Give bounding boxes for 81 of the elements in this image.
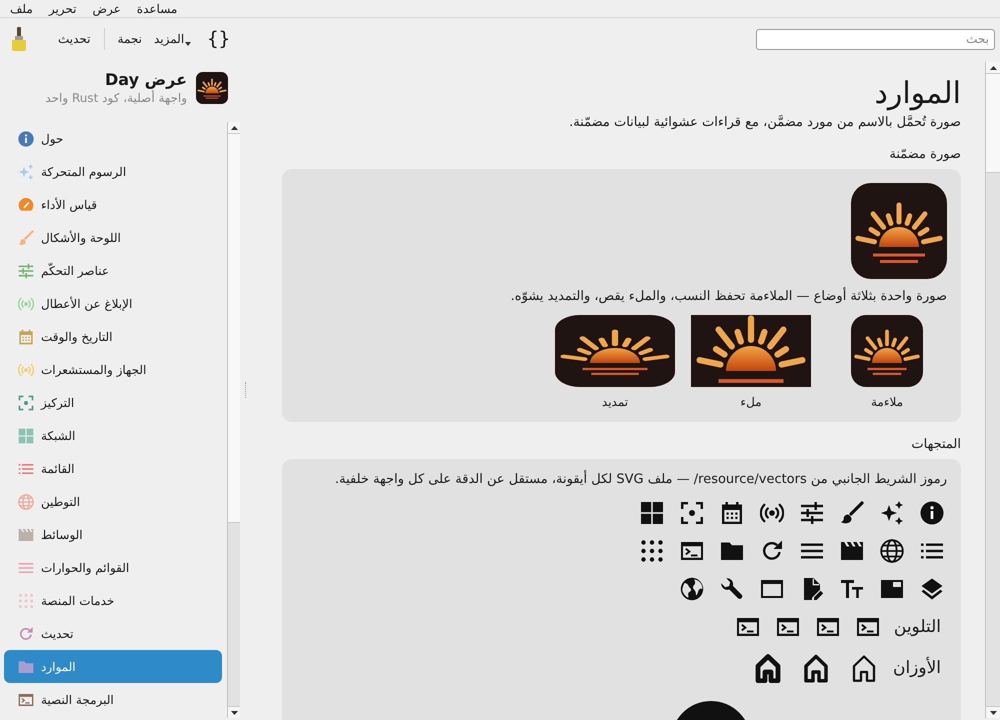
code-button[interactable]: {} [203, 28, 234, 50]
mode-label: ملء [740, 394, 762, 411]
terminal-icon [776, 615, 800, 639]
menu-item[interactable]: عرض [84, 0, 129, 16]
menu-item[interactable]: تحرير [40, 0, 84, 16]
terminal-icon [856, 615, 880, 639]
sunset-image [851, 315, 923, 387]
row-label: الأوزان [892, 656, 941, 680]
scrollbar-thumb[interactable] [228, 134, 240, 523]
scroll-down-button[interactable] [986, 706, 1000, 718]
window-icon [760, 577, 784, 601]
home-icon [752, 653, 783, 683]
sidebar-item[interactable]: البرمجة النصية [4, 683, 222, 716]
panel-icon [880, 577, 904, 601]
terminal-icon [816, 615, 840, 639]
brush-icon [840, 501, 864, 525]
sidebar-item[interactable]: تحديث [4, 617, 222, 650]
earth-icon [680, 577, 704, 601]
sidebar-item[interactable]: حول [4, 122, 222, 155]
scroll-down-button[interactable] [228, 706, 240, 718]
sidebar-item[interactable]: التوطين [4, 485, 222, 518]
caret-down-icon [230, 710, 238, 714]
scroll-up-button[interactable] [228, 122, 240, 134]
toolbar-button[interactable]: نجمة [112, 29, 148, 49]
mode-label: ملاءمة [870, 394, 904, 411]
calendar-icon [720, 501, 744, 525]
app-subtitle: واجهة أصلية، كود Rust واحد [45, 90, 187, 106]
sidebar-item[interactable]: اللوحة والأشكال [4, 221, 222, 254]
menu-item[interactable]: مساعدة [128, 0, 186, 16]
sidebar-item[interactable]: التاريخ والوقت [4, 320, 222, 353]
sidebar-item[interactable]: الإبلاغ عن الأعطال [4, 287, 222, 320]
sidebar-item[interactable]: الرسوم المتحركة [4, 155, 222, 188]
clapperboard-icon [840, 539, 864, 563]
app-logo [196, 72, 228, 104]
splitter-handle[interactable] [244, 382, 246, 398]
menu-item[interactable]: ملف [2, 0, 41, 16]
sidebar-item[interactable]: قياس الأداء [4, 188, 222, 221]
sidebar-item[interactable]: القوائم والحوارات [4, 551, 222, 584]
signal-icon [760, 501, 784, 525]
caret-up-icon [990, 66, 996, 70]
mode-label: تمديد [602, 394, 628, 411]
refresh-icon [760, 539, 784, 563]
sidebar-item[interactable]: القائمة [4, 452, 222, 485]
toolbar-button[interactable]: تحديث [52, 29, 97, 49]
sliders-icon [800, 501, 824, 525]
dots-grid-icon [640, 539, 664, 563]
text-size-icon [840, 577, 864, 601]
sidebar-item[interactable]: التركيز [4, 386, 222, 419]
sidebar-item[interactable]: الموارد [4, 650, 222, 683]
scrollbar[interactable] [985, 62, 1000, 718]
caret-down-icon [990, 710, 996, 714]
scrollbar[interactable] [227, 122, 240, 718]
globe-icon [880, 539, 904, 563]
info-icon [920, 501, 944, 525]
sidebar-item[interactable]: الجهاز والمستشعرات [4, 353, 222, 386]
page-subtitle: صورة تُحمَّل بالاسم من مورد مضمَّن، مع قراءات عشوائية لبيانات مضمّنة. [568, 114, 961, 132]
scroll-up-button[interactable] [986, 62, 1000, 74]
sidebar-item[interactable]: الوسائط [4, 518, 222, 551]
terminal-icon [736, 615, 760, 639]
search-field[interactable]: بحث [756, 28, 995, 50]
wrench-icon [720, 577, 744, 601]
sidebar-item[interactable]: الشبكة [4, 419, 222, 452]
section-caption: صورة واحدة بثلاثة أوضاع — الملاءمة تحفظ النسب، والملء يقص، والتمديد يشوّه. [510, 288, 947, 306]
section-heading: صورة مضمّنة [888, 146, 961, 164]
row-label: التلوين [894, 616, 941, 639]
sparkles-icon [880, 501, 904, 525]
grid-icon [640, 501, 664, 525]
paintbrush-icon [12, 27, 26, 51]
layers-icon [920, 577, 944, 601]
scrollbar-thumb[interactable] [986, 74, 1000, 173]
sidebar-item[interactable]: خدمات المنصة [4, 584, 222, 617]
section-heading: المتجهات [910, 436, 961, 454]
page-title: الموارد [874, 76, 961, 112]
section-caption: رموز الشريط الجانبي من resource/vectors/ — ملف SVG لكل أيقونة، مستقل عن الدقة على كل واجهة خلفية. [334, 471, 947, 489]
caret-icon [185, 42, 192, 46]
app-title: عرض Day [104, 70, 187, 90]
menu-button[interactable]: المزيد [148, 29, 198, 49]
sidebar-item[interactable]: عناصر التحكّم [4, 254, 222, 287]
caret-up-icon [230, 126, 238, 130]
focus-icon [680, 501, 704, 525]
terminal-icon [680, 539, 704, 563]
